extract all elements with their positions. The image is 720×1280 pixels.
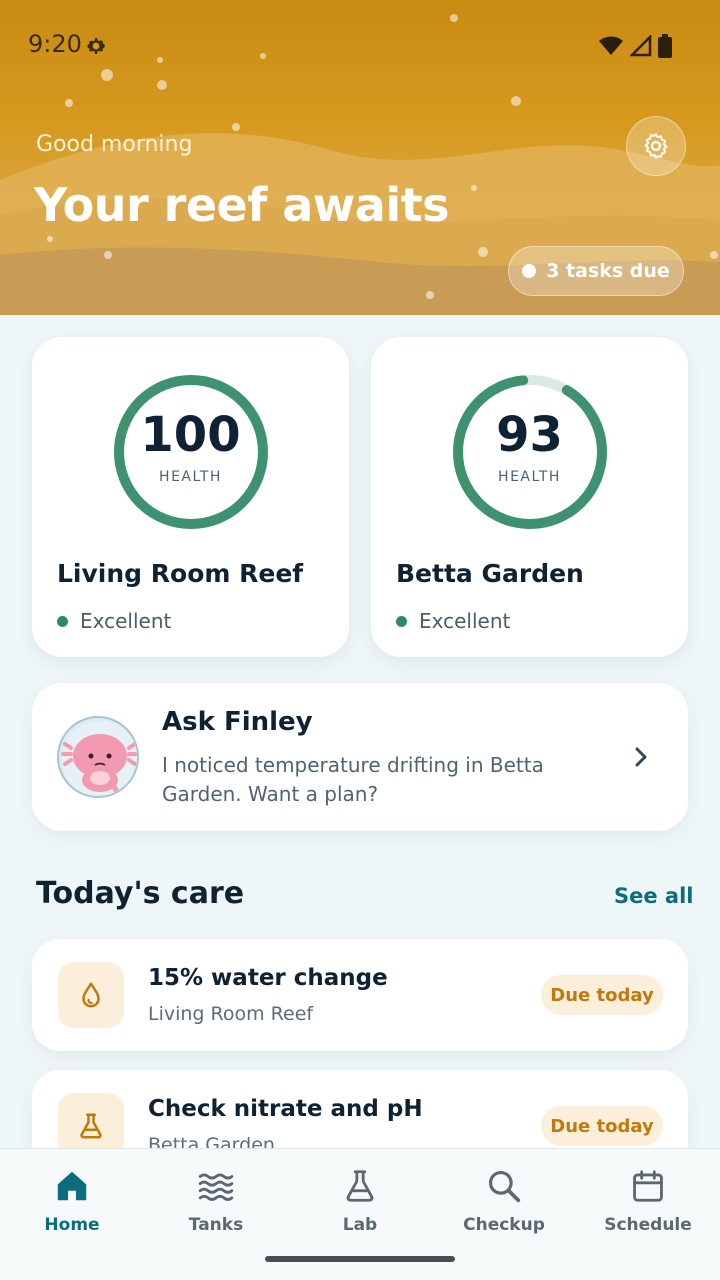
finley-message: I noticed temperature drifting in Betta …	[162, 753, 544, 806]
see-all-link[interactable]: See all	[614, 884, 694, 908]
section-title-todays-care: Today's care	[36, 876, 245, 911]
nav-checkup[interactable]: Checkup	[432, 1167, 576, 1247]
nav-label: Home	[44, 1215, 100, 1235]
due-badge: Due today	[541, 975, 663, 1015]
nav-schedule[interactable]: Schedule	[576, 1167, 720, 1247]
tank-name: Betta Garden	[396, 559, 584, 588]
finley-title: Ask Finley	[162, 707, 313, 737]
tank-status: Excellent	[396, 609, 510, 633]
nav-tanks[interactable]: Tanks	[144, 1167, 288, 1247]
chevron-right-icon[interactable]	[630, 745, 652, 769]
task-title: 15% water change	[148, 965, 388, 991]
task-icon-container	[58, 962, 124, 1028]
settings-button[interactable]	[626, 116, 686, 176]
nav-label: Checkup	[463, 1215, 545, 1235]
health-label: HEALTH	[498, 469, 561, 485]
flask-icon	[80, 1113, 102, 1139]
nav-label: Tanks	[188, 1215, 244, 1235]
wifi-icon	[599, 36, 623, 55]
tasks-due-pill[interactable]: 3 tasks due	[508, 246, 684, 296]
care-task-item[interactable]: 15% water change Living Room Reef Due to…	[32, 939, 688, 1051]
battery-icon	[658, 34, 672, 58]
task-title: Check nitrate and pH	[148, 1096, 423, 1122]
tank-status: Excellent	[57, 609, 171, 633]
tasks-dot-icon	[522, 264, 537, 278]
status-time: 9:20	[28, 30, 82, 58]
axolotl-icon	[61, 721, 137, 796]
header-banner: 9:20 Good morning Your reef awaits 3 tas…	[0, 0, 720, 315]
status-bar: 9:20	[0, 0, 720, 90]
home-indicator[interactable]	[265, 1256, 455, 1262]
nav-lab[interactable]: Lab	[288, 1167, 432, 1247]
system-icons	[598, 34, 672, 58]
waves-icon	[198, 1173, 234, 1201]
signal-icon	[630, 35, 652, 57]
tank-status-label: Excellent	[419, 609, 511, 633]
status-dot-icon	[396, 615, 407, 627]
page-title: Your reef awaits	[34, 178, 449, 232]
home-icon	[57, 1171, 87, 1201]
health-score: 93	[496, 407, 563, 463]
tank-name: Living Room Reef	[57, 559, 304, 588]
status-settings-icon	[87, 38, 105, 54]
health-score: 100	[140, 407, 241, 463]
tank-card-betta-garden[interactable]: 93 HEALTH Betta Garden Excellent	[371, 337, 688, 657]
ask-finley-card[interactable]: Ask Finley I noticed temperature driftin…	[32, 683, 688, 831]
greeting-text: Good morning	[36, 132, 193, 157]
tank-card-living-room-reef[interactable]: 100 HEALTH Living Room Reef Excellent	[32, 337, 349, 657]
finley-avatar	[57, 716, 139, 798]
health-label: HEALTH	[159, 469, 222, 485]
nav-label: Schedule	[604, 1215, 692, 1235]
flask-icon	[346, 1170, 374, 1202]
water-drop-icon	[82, 982, 100, 1008]
status-dot-icon	[57, 615, 68, 627]
calendar-icon	[633, 1170, 663, 1202]
due-badge: Due today	[541, 1106, 663, 1146]
task-tank: Living Room Reef	[148, 1003, 314, 1025]
tasks-due-label: 3 tasks due	[546, 260, 670, 282]
nav-home[interactable]: Home	[0, 1167, 144, 1247]
tank-status-label: Excellent	[80, 609, 172, 633]
search-icon	[488, 1170, 521, 1203]
gear-icon	[644, 133, 668, 159]
nav-label: Lab	[342, 1215, 378, 1235]
